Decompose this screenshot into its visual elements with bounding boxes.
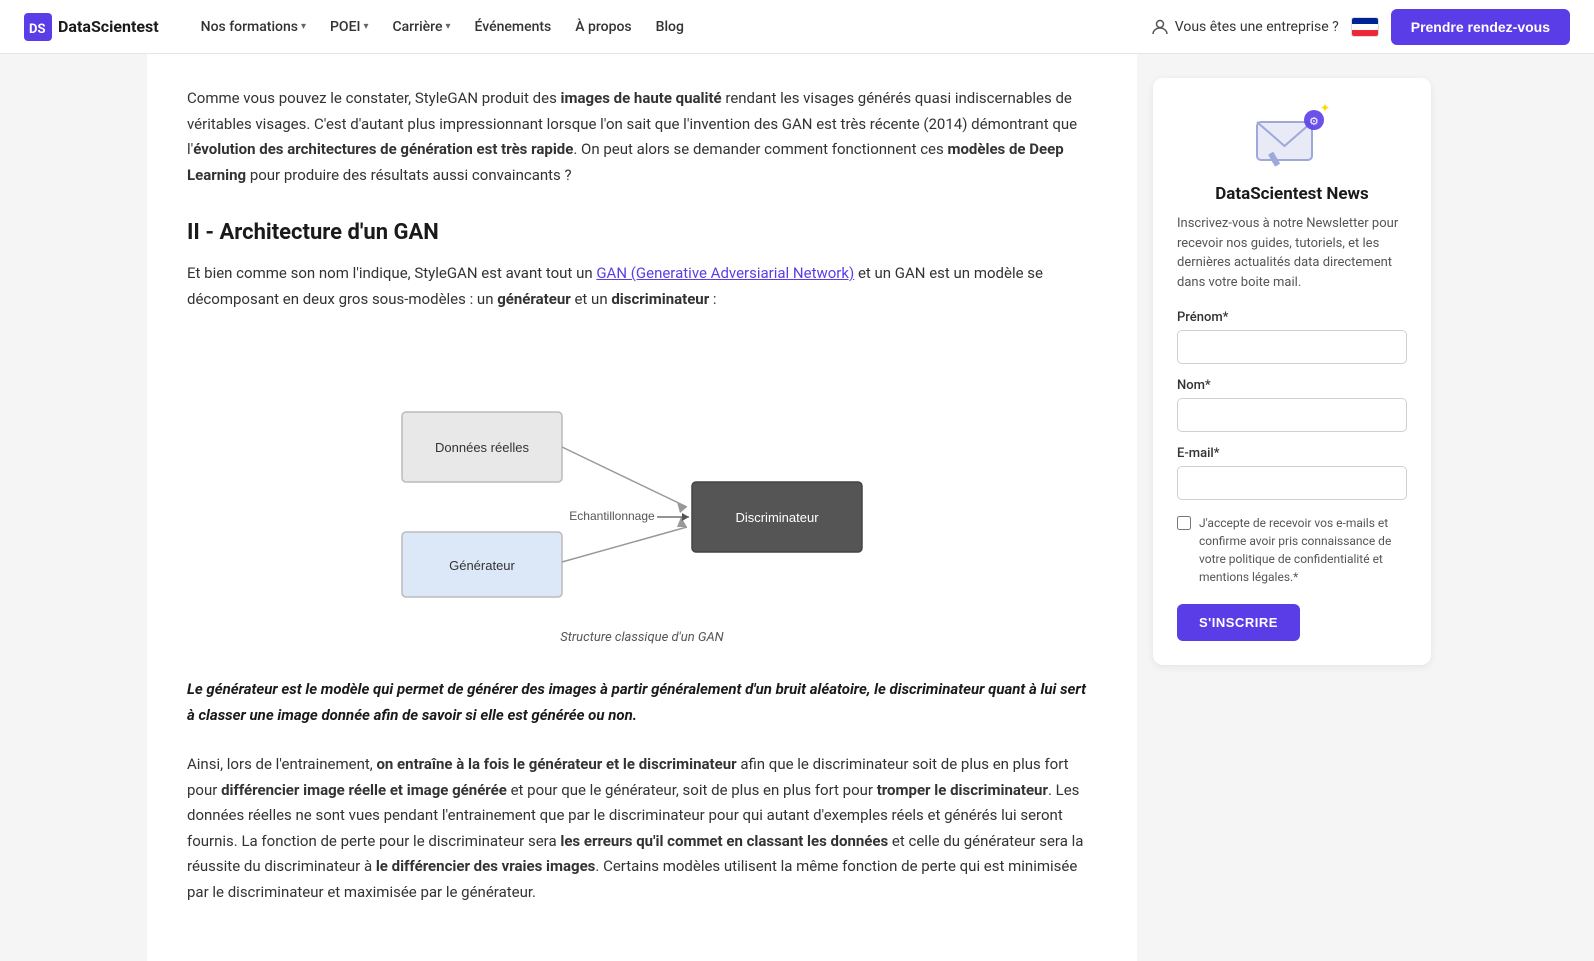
cta-button[interactable]: Prendre rendez-vous: [1391, 9, 1570, 45]
email-label: E-mail*: [1177, 446, 1407, 461]
section-heading: II - Architecture d'un GAN: [187, 220, 1097, 245]
subscribe-button[interactable]: S'INSCRIRE: [1177, 604, 1300, 641]
svg-text:✦: ✦: [1320, 102, 1330, 115]
nom-label: Nom*: [1177, 378, 1407, 393]
consent-group: J'accepte de recevoir vos e-mails et con…: [1177, 514, 1407, 586]
prenom-group: Prénom*: [1177, 310, 1407, 364]
consent-checkbox[interactable]: [1177, 516, 1191, 530]
article-para2: Ainsi, lors de l'entrainement, on entraî…: [187, 752, 1097, 905]
diagram-caption: Structure classique d'un GAN: [560, 630, 723, 645]
sidebar: ⚙ ✦ DataScientest News Inscrivez-vous à …: [1137, 54, 1447, 961]
prenom-input[interactable]: [1177, 330, 1407, 364]
main-content: Comme vous pouvez le constater, StyleGAN…: [147, 54, 1137, 961]
svg-text:⚙: ⚙: [1309, 116, 1319, 128]
nav-item-evenements[interactable]: Événements: [465, 13, 562, 41]
nav-item-apropos[interactable]: À propos: [565, 13, 641, 41]
newsletter-icon: ⚙ ✦: [1252, 102, 1332, 172]
email-input[interactable]: [1177, 466, 1407, 500]
newsletter-description: Inscrivez-vous à notre Newsletter pour r…: [1177, 214, 1407, 292]
svg-text:Données réelles: Données réelles: [435, 440, 529, 455]
logo[interactable]: DS DataScientest: [24, 13, 159, 41]
svg-text:DS: DS: [29, 22, 45, 37]
nav-item-carriere[interactable]: Carrière ▾: [383, 13, 461, 41]
diagram-svg: Données réelles Générateur Discriminateu…: [382, 352, 902, 602]
diagram-svg-container: Données réelles Générateur Discriminateu…: [366, 336, 918, 622]
person-icon: [1151, 18, 1169, 36]
email-group: E-mail*: [1177, 446, 1407, 500]
article-intro: Comme vous pouvez le constater, StyleGAN…: [187, 86, 1097, 188]
nav-item-blog[interactable]: Blog: [646, 13, 694, 41]
nav-right: Vous êtes une entreprise ? Prendre rende…: [1151, 9, 1570, 45]
nav-item-poei[interactable]: POEI ▾: [320, 13, 379, 41]
chevron-down-icon: ▾: [363, 21, 368, 32]
nav-links: Nos formations ▾ POEI ▾ Carrière ▾ Événe…: [191, 13, 1143, 41]
article-blockquote: Le générateur est le modèle qui permet d…: [187, 677, 1097, 728]
enterprise-link[interactable]: Vous êtes une entreprise ?: [1151, 18, 1339, 36]
svg-text:Discriminateur: Discriminateur: [735, 510, 819, 525]
nom-input[interactable]: [1177, 398, 1407, 432]
newsletter-icon-wrap: ⚙ ✦: [1177, 102, 1407, 172]
gan-link[interactable]: GAN (Generative Adversiarial Network): [596, 264, 854, 282]
nav-item-formations[interactable]: Nos formations ▾: [191, 13, 316, 41]
svg-text:Echantillonnage: Echantillonnage: [569, 509, 655, 523]
newsletter-title: DataScientest News: [1177, 184, 1407, 204]
consent-label: J'accepte de recevoir vos e-mails et con…: [1199, 514, 1407, 586]
navbar: DS DataScientest Nos formations ▾ POEI ▾…: [0, 0, 1594, 54]
chevron-down-icon: ▾: [445, 21, 450, 32]
newsletter-card: ⚙ ✦ DataScientest News Inscrivez-vous à …: [1153, 78, 1431, 665]
logo-text: DataScientest: [58, 17, 159, 36]
svg-text:Générateur: Générateur: [449, 558, 515, 573]
page-layout: Comme vous pouvez le constater, StyleGAN…: [147, 54, 1447, 961]
gan-diagram: Données réelles Générateur Discriminateu…: [187, 336, 1097, 645]
section-para1: Et bien comme son nom l'indique, StyleGA…: [187, 261, 1097, 312]
language-flag[interactable]: [1351, 17, 1379, 37]
logo-icon: DS: [24, 13, 52, 41]
chevron-down-icon: ▾: [301, 21, 306, 32]
nom-group: Nom*: [1177, 378, 1407, 432]
prenom-label: Prénom*: [1177, 310, 1407, 325]
